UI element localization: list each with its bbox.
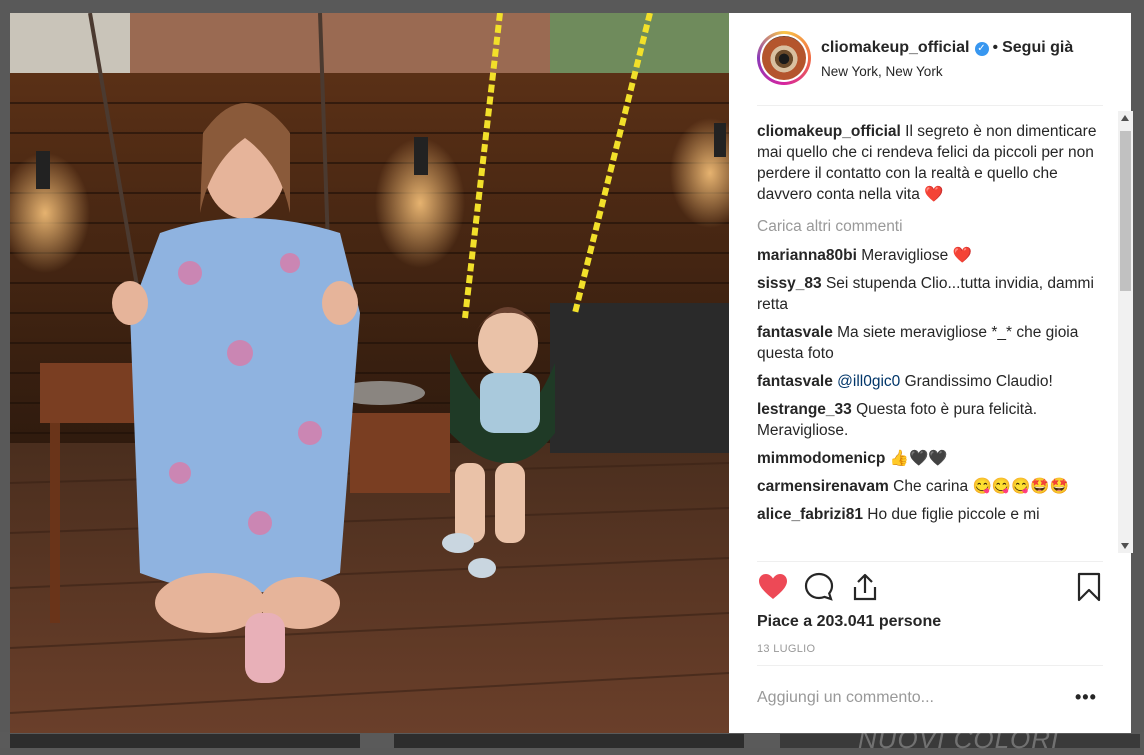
background-thumbnail[interactable]	[394, 734, 744, 748]
mention-link[interactable]: @ill0gic0	[837, 373, 900, 390]
verified-badge-icon: ✓	[974, 42, 989, 56]
scroll-thumb[interactable]	[1120, 131, 1131, 291]
comment-text: Che carina	[893, 478, 969, 495]
comment-item: lestrange_33 Questa foto è pura felicità…	[757, 399, 1103, 441]
username-link[interactable]: cliomakeup_official	[821, 39, 970, 56]
more-options-icon[interactable]: •••	[1075, 687, 1097, 708]
username-row: cliomakeup_official ✓ • Segui già	[821, 39, 1073, 57]
comment-text: Ho due figlie piccole e mi	[867, 506, 1040, 523]
heart-emoji: ❤️	[924, 186, 944, 203]
comment-username[interactable]: fantasvale	[757, 373, 833, 390]
heart-filled-icon[interactable]	[757, 571, 789, 603]
comment-text: Grandissimo Claudio!	[904, 373, 1053, 390]
comments-list: cliomakeup_official Il segreto è non dim…	[757, 121, 1103, 561]
background-thumbnail[interactable]	[10, 734, 360, 748]
comment-username[interactable]: sissy_83	[757, 275, 822, 292]
location-link[interactable]: New York, New York	[821, 64, 943, 79]
likes-count[interactable]: Piace a 203.041 persone	[757, 613, 941, 631]
comment-username[interactable]: mimmodomenicp	[757, 450, 885, 467]
story-ring[interactable]	[757, 31, 811, 85]
post-date: 13 LUGLIO	[757, 643, 816, 655]
add-comment-input[interactable]: Aggiungi un commento...	[757, 689, 934, 707]
divider	[757, 105, 1103, 106]
scroll-up-arrow-icon[interactable]	[1121, 115, 1129, 121]
divider	[757, 561, 1103, 562]
divider	[757, 665, 1103, 666]
separator-dot: •	[992, 39, 999, 56]
comment-text: Meravigliose	[861, 247, 949, 264]
follow-button[interactable]: Segui già	[1002, 39, 1073, 56]
comment-item: fantasvale Ma siete meravigliose *_* che…	[757, 322, 1103, 364]
comment-item: alice_fabrizi81 Ho due figlie piccole e …	[757, 504, 1103, 525]
emoji-group: 👍🖤🖤	[889, 450, 948, 467]
post-modal: cliomakeup_official ✓ • Segui già New York,…	[10, 13, 1133, 733]
comment-item: mimmodomenicp 👍🖤🖤	[757, 448, 1103, 469]
comment-username[interactable]: carmensirenavam	[757, 478, 889, 495]
comment-item: marianna80bi Meravigliose ❤️	[757, 245, 1103, 266]
scroll-down-arrow-icon[interactable]	[1121, 543, 1129, 549]
post-header: cliomakeup_official ✓ • Segui già New York,…	[757, 31, 1103, 105]
share-upload-icon[interactable]	[849, 571, 881, 603]
comments-scrollbar[interactable]	[1118, 111, 1133, 553]
avatar[interactable]	[762, 36, 806, 80]
emoji-group: 😋😋😋🤩🤩	[972, 478, 1069, 495]
comment-username[interactable]: cliomakeup_official	[757, 123, 901, 140]
comment-username[interactable]: lestrange_33	[757, 401, 852, 418]
comment-item: carmensirenavam Che carina 😋😋😋🤩🤩	[757, 476, 1103, 497]
caption: cliomakeup_official Il segreto è non dim…	[757, 121, 1103, 205]
post-sidebar: cliomakeup_official ✓ • Segui già New York,…	[729, 13, 1133, 733]
comment-username[interactable]: marianna80bi	[757, 247, 857, 264]
comment-item: fantasvale @ill0gic0 Grandissimo Claudio…	[757, 371, 1103, 392]
action-bar	[757, 569, 1103, 609]
comment-bubble-icon[interactable]	[803, 571, 835, 603]
comment-item: sissy_83 Sei stupenda Clio...tutta invid…	[757, 273, 1103, 315]
post-photo	[10, 13, 729, 733]
comment-username[interactable]: fantasvale	[757, 324, 833, 341]
comment-username[interactable]: alice_fabrizi81	[757, 506, 863, 523]
load-more-comments-button[interactable]: Carica altri commenti	[757, 216, 1103, 237]
bookmark-icon[interactable]	[1073, 571, 1105, 603]
heart-emoji: ❤️	[952, 247, 972, 264]
